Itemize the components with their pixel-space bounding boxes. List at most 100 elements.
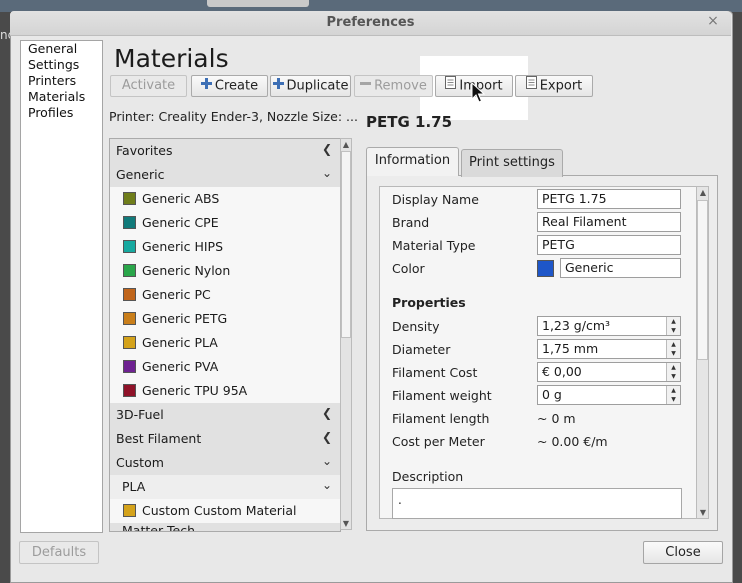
filament-cost-value: € 0,00 bbox=[542, 364, 582, 379]
chevron-left-icon: ❮ bbox=[321, 406, 332, 420]
color-swatch bbox=[123, 288, 136, 301]
mouse-cursor-icon bbox=[471, 82, 485, 103]
material-label: Generic ABS bbox=[142, 191, 220, 206]
material-item[interactable]: Generic PVA bbox=[110, 355, 340, 379]
display-name-label: Display Name bbox=[392, 192, 479, 207]
color-name-field[interactable]: Generic bbox=[560, 258, 681, 278]
list-scrollbar-thumb[interactable] bbox=[341, 151, 351, 338]
filament-weight-spinbox[interactable]: 0 g ▲ ▼ bbox=[537, 385, 681, 405]
material-type-label: Material Type bbox=[392, 238, 476, 253]
spin-arrows-icon[interactable]: ▲ ▼ bbox=[666, 363, 680, 381]
description-field[interactable]: . bbox=[392, 488, 682, 519]
tab-print-settings[interactable]: Print settings bbox=[461, 149, 563, 177]
close-button[interactable]: Close bbox=[643, 541, 723, 564]
material-item[interactable]: Generic PETG bbox=[110, 307, 340, 331]
document-icon bbox=[445, 76, 457, 96]
material-item[interactable]: Generic TPU 95A bbox=[110, 379, 340, 403]
remove-button[interactable]: Remove bbox=[354, 75, 433, 97]
chevron-down-icon: ⌄ bbox=[321, 454, 332, 468]
materials-list: Favorites ❮ Generic ⌄ Generic ABS Generic… bbox=[109, 138, 341, 532]
activate-button[interactable]: Activate bbox=[110, 75, 187, 97]
density-label: Density bbox=[392, 319, 440, 334]
material-item[interactable]: Generic CPE bbox=[110, 211, 340, 235]
category-partial[interactable]: Matter Tech... bbox=[110, 523, 340, 531]
material-label: Generic PVA bbox=[142, 359, 219, 374]
material-label: Generic CPE bbox=[142, 215, 219, 230]
color-swatch bbox=[123, 216, 136, 229]
nav-item-profiles[interactable]: Profiles bbox=[28, 105, 73, 120]
category-generic[interactable]: Generic ⌄ bbox=[110, 163, 340, 187]
tab-information[interactable]: Information bbox=[366, 147, 459, 176]
chevron-down-icon: ⌄ bbox=[321, 166, 332, 180]
duplicate-button[interactable]: Duplicate bbox=[270, 75, 351, 97]
diameter-value: 1,75 mm bbox=[542, 341, 599, 356]
spin-arrows-icon[interactable]: ▲ ▼ bbox=[666, 340, 680, 358]
activate-label: Activate bbox=[121, 78, 176, 93]
export-label: Export bbox=[539, 78, 583, 94]
material-item[interactable]: Generic Nylon bbox=[110, 259, 340, 283]
color-swatch bbox=[123, 312, 136, 325]
diameter-spinbox[interactable]: 1,75 mm ▲ ▼ bbox=[537, 339, 681, 359]
category-label: 3D-Fuel bbox=[116, 407, 164, 422]
duplicate-label: Duplicate bbox=[286, 78, 349, 94]
category-favorites[interactable]: Favorites ❮ bbox=[110, 139, 340, 163]
density-spinbox[interactable]: 1,23 g/cm³ ▲ ▼ bbox=[537, 316, 681, 336]
brand-field[interactable]: Real Filament bbox=[537, 212, 681, 232]
nav-item-general[interactable]: General bbox=[28, 41, 77, 56]
filament-cost-spinbox[interactable]: € 0,00 ▲ ▼ bbox=[537, 362, 681, 382]
display-name-field[interactable]: PETG 1.75 bbox=[537, 189, 681, 209]
category-best-filament[interactable]: Best Filament ❮ bbox=[110, 427, 340, 451]
material-label: Generic PETG bbox=[142, 311, 228, 326]
material-item-custom[interactable]: Custom Custom Material bbox=[110, 499, 340, 523]
material-item[interactable]: Generic PLA bbox=[110, 331, 340, 355]
plus-icon bbox=[272, 76, 284, 96]
color-swatch bbox=[123, 240, 136, 253]
create-label: Create bbox=[214, 78, 259, 94]
scroll-up-icon[interactable]: ▲ bbox=[698, 188, 708, 197]
scroll-down-icon[interactable]: ▼ bbox=[341, 519, 351, 528]
color-swatch bbox=[123, 360, 136, 373]
printer-label: Printer: Creality Ender-3, Nozzle Size: … bbox=[109, 109, 358, 124]
background-tab bbox=[207, 0, 309, 7]
dialog-title: Preferences bbox=[326, 15, 415, 30]
nav-item-materials[interactable]: Materials bbox=[28, 89, 85, 104]
filament-length-label: Filament length bbox=[392, 411, 490, 426]
material-type-field[interactable]: PETG bbox=[537, 235, 681, 255]
plus-icon bbox=[200, 76, 212, 96]
chevron-left-icon: ❮ bbox=[321, 142, 332, 156]
color-swatch bbox=[123, 192, 136, 205]
cost-per-meter-label: Cost per Meter bbox=[392, 434, 485, 449]
material-item[interactable]: Generic HIPS bbox=[110, 235, 340, 259]
category-label: Custom bbox=[116, 455, 164, 470]
color-swatch bbox=[123, 336, 136, 349]
spin-arrows-icon[interactable]: ▲ ▼ bbox=[666, 317, 680, 335]
material-item[interactable]: Generic ABS bbox=[110, 187, 340, 211]
nav-item-printers[interactable]: Printers bbox=[28, 73, 76, 88]
background-left bbox=[0, 12, 10, 583]
subcategory-label: PLA bbox=[122, 479, 146, 494]
cost-per-meter-value: ~ 0.00 €/m bbox=[537, 434, 608, 449]
material-label: Generic HIPS bbox=[142, 239, 224, 254]
scroll-down-icon[interactable]: ▼ bbox=[698, 508, 708, 517]
spin-arrows-icon[interactable]: ▲ ▼ bbox=[666, 386, 680, 404]
filament-length-value: ~ 0 m bbox=[537, 411, 576, 426]
material-item[interactable]: Generic PC bbox=[110, 283, 340, 307]
material-label: Generic PLA bbox=[142, 335, 218, 350]
nav-item-settings[interactable]: Settings bbox=[28, 57, 79, 72]
create-button[interactable]: Create bbox=[191, 75, 268, 97]
form-scrollbar-thumb[interactable] bbox=[697, 200, 708, 360]
category-custom[interactable]: Custom ⌄ bbox=[110, 451, 340, 475]
category-label: Best Filament bbox=[116, 431, 202, 446]
subcategory-pla[interactable]: PLA ⌄ bbox=[110, 475, 340, 499]
scroll-up-icon[interactable]: ▲ bbox=[341, 140, 351, 149]
close-icon[interactable]: × bbox=[706, 14, 720, 28]
export-button[interactable]: Export bbox=[515, 75, 593, 97]
color-swatch bbox=[123, 384, 136, 397]
defaults-button[interactable]: Defaults bbox=[19, 541, 99, 564]
document-icon bbox=[525, 76, 537, 96]
color-swatch bbox=[123, 504, 136, 517]
density-value: 1,23 g/cm³ bbox=[542, 318, 611, 333]
background-left-text: nc bbox=[0, 28, 10, 42]
color-swatch-button[interactable] bbox=[537, 260, 554, 277]
category-3d-fuel[interactable]: 3D-Fuel ❮ bbox=[110, 403, 340, 427]
